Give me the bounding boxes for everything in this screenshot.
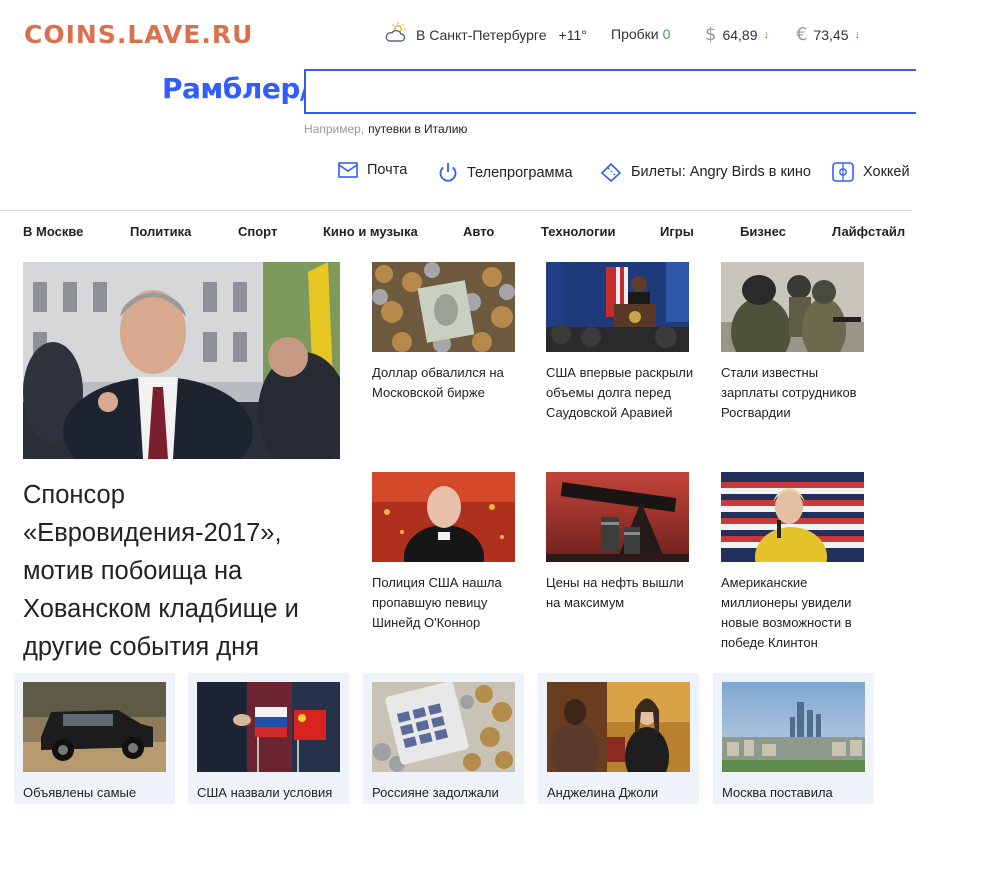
bottom-card[interactable]: Москва поставила bbox=[713, 673, 874, 804]
news-image-clinton[interactable] bbox=[721, 472, 864, 562]
bottom-image-flags bbox=[197, 682, 340, 772]
news-image-rosgvardia[interactable] bbox=[721, 262, 864, 352]
bottom-card[interactable]: США назвали условия bbox=[188, 673, 349, 804]
traffic-score: 0 bbox=[662, 26, 671, 42]
news-title[interactable]: Стали известны зарплаты сотрудников Росг… bbox=[721, 363, 869, 423]
usd-value: 64,89 bbox=[722, 26, 758, 43]
bottom-image-calculator bbox=[372, 682, 515, 772]
dollar-icon: $ bbox=[705, 24, 717, 45]
puck-icon bbox=[832, 162, 854, 182]
bottom-title: Объявлены самые bbox=[23, 785, 137, 800]
bottom-card[interactable]: Россияне задолжали bbox=[363, 673, 524, 804]
quick-link-label: Хоккей bbox=[863, 164, 910, 180]
news-image-oil[interactable] bbox=[546, 472, 689, 562]
news-image-dollar[interactable] bbox=[372, 262, 515, 352]
news-title[interactable]: Доллар обвалился на Московской бирже bbox=[372, 363, 520, 403]
bottom-image-jolie bbox=[547, 682, 690, 772]
usd-rate[interactable]: $ 64,89 ↓ bbox=[705, 24, 769, 45]
nav-item-games[interactable]: Игры bbox=[660, 224, 694, 239]
news-title[interactable]: США впервые раскрыли объемы долга перед … bbox=[546, 363, 694, 423]
bottom-title: США назвали условия bbox=[197, 785, 333, 800]
eur-down-arrow-icon: ↓ bbox=[854, 28, 861, 41]
nav-item-tech[interactable]: Технологии bbox=[541, 224, 615, 239]
rambler-logo[interactable]: Рамблер/ bbox=[162, 72, 310, 105]
bottom-title: Анджелина Джоли bbox=[547, 785, 659, 800]
search-hint-example[interactable]: путевки в Италию bbox=[368, 122, 467, 136]
quick-link-label: Билеты: Angry Birds в кино bbox=[631, 164, 811, 180]
power-icon bbox=[438, 162, 458, 184]
search-hint: Например, путевки в Италию bbox=[304, 122, 467, 136]
euro-icon: € bbox=[796, 24, 808, 45]
quick-link-mail[interactable]: Почта bbox=[338, 162, 407, 178]
news-title[interactable]: Цены на нефть вышли на максимум bbox=[546, 573, 694, 613]
eur-rate[interactable]: € 73,45 ↓ bbox=[796, 24, 860, 45]
bottom-image-moscow-city bbox=[722, 682, 865, 772]
nav-item-auto[interactable]: Авто bbox=[463, 224, 494, 239]
weather-temperature: +11° bbox=[558, 26, 587, 43]
quick-link-tickets[interactable]: Билеты: Angry Birds в кино bbox=[600, 162, 811, 182]
search-input[interactable] bbox=[304, 69, 916, 114]
traffic-widget[interactable]: Пробки 0 bbox=[611, 26, 670, 42]
eur-value: 73,45 bbox=[813, 26, 849, 43]
news-title[interactable]: Полиция США нашла пропавшую певицу Шиней… bbox=[372, 573, 520, 633]
bottom-card[interactable]: Объявлены самые bbox=[14, 673, 175, 804]
nav-item-business[interactable]: Бизнес bbox=[740, 224, 786, 239]
usd-down-arrow-icon: ↓ bbox=[763, 28, 770, 41]
quick-link-label: Почта bbox=[367, 162, 408, 178]
watermark: COINS.LAVE.RU bbox=[24, 20, 254, 49]
news-title[interactable]: Американские миллионеры увидели новые во… bbox=[721, 573, 869, 653]
partly-cloudy-icon bbox=[384, 22, 408, 47]
search-hint-prefix: Например, bbox=[304, 122, 365, 136]
nav-item-cinema-music[interactable]: Кино и музыка bbox=[323, 224, 418, 239]
news-image-sinead[interactable] bbox=[372, 472, 515, 562]
bottom-title: Москва поставила bbox=[722, 785, 833, 800]
ticket-icon bbox=[600, 162, 622, 182]
weather-widget[interactable]: В Санкт-Петербурге +11° bbox=[384, 22, 587, 47]
featured-image[interactable] bbox=[23, 262, 340, 459]
bottom-image-suv bbox=[23, 682, 166, 772]
weather-city: В Санкт-Петербурге bbox=[416, 26, 547, 43]
nav-item-moscow[interactable]: В Москве bbox=[23, 224, 83, 239]
mail-icon bbox=[338, 162, 358, 178]
nav-item-sport[interactable]: Спорт bbox=[238, 224, 277, 239]
featured-title[interactable]: Спонсор «Евровидения-2017», мотив побоищ… bbox=[23, 476, 353, 666]
news-image-usa-debt[interactable] bbox=[546, 262, 689, 352]
nav-item-lifestyle[interactable]: Лайфстайл bbox=[832, 224, 905, 239]
header-divider bbox=[0, 210, 912, 211]
traffic-label: Пробки bbox=[611, 26, 659, 42]
nav-item-politics[interactable]: Политика bbox=[130, 224, 191, 239]
quick-link-hockey[interactable]: Хоккей bbox=[832, 162, 910, 182]
quick-link-label: Телепрограмма bbox=[467, 165, 573, 181]
bottom-title: Россияне задолжали bbox=[372, 785, 499, 800]
bottom-card[interactable]: Анджелина Джоли bbox=[538, 673, 699, 804]
quick-link-tv[interactable]: Телепрограмма bbox=[438, 162, 573, 184]
